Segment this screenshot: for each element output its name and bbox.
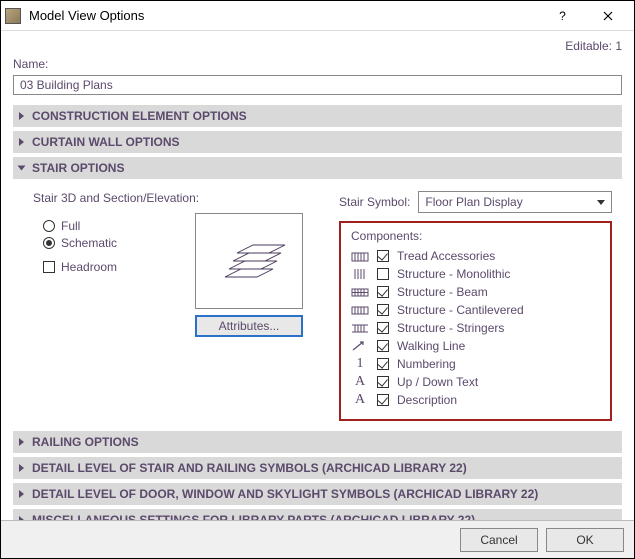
checkbox-icon[interactable] <box>377 250 389 262</box>
cant-icon <box>351 303 369 317</box>
name-label: Name: <box>13 57 622 71</box>
checkbox-icon[interactable] <box>377 376 389 388</box>
checkbox-icon[interactable] <box>377 340 389 352</box>
titlebar: Model View Options ? <box>1 1 634 31</box>
dialog-footer: Cancel OK <box>1 520 634 558</box>
component-row-1: Structure - Monolithic <box>351 267 600 281</box>
help-button[interactable]: ? <box>540 1 585 30</box>
radio-schematic-label: Schematic <box>61 236 117 250</box>
stair-3d-label: Stair 3D and Section/Elevation: <box>33 191 323 205</box>
component-row-2: Structure - Beam <box>351 285 600 299</box>
dialog-window: Model View Options ? Editable: 1 Name: C… <box>0 0 635 559</box>
components-label: Components: <box>351 229 600 243</box>
component-row-5: Walking Line <box>351 339 600 353</box>
component-row-8: A Description <box>351 393 600 407</box>
component-row-4: Structure - Stringers <box>351 321 600 335</box>
chevron-right-icon <box>19 438 24 446</box>
stair-schematic-icon <box>209 226 289 296</box>
stair-symbol-column: Stair Symbol: Floor Plan Display Compone… <box>339 191 612 421</box>
app-icon <box>5 8 21 24</box>
stair-preview <box>195 213 303 309</box>
attributes-button[interactable]: Attributes... <box>195 315 303 337</box>
editable-count: Editable: 1 <box>13 39 622 53</box>
checkbox-icon[interactable] <box>377 394 389 406</box>
section-curtain-label: CURTAIN WALL OPTIONS <box>32 135 180 149</box>
section-stair-label: STAIR OPTIONS <box>32 161 124 175</box>
component-label[interactable]: Structure - Beam <box>397 285 488 299</box>
chevron-right-icon <box>19 490 24 498</box>
cancel-button[interactable]: Cancel <box>460 528 538 552</box>
checkbox-headroom[interactable]: Headroom <box>43 260 117 274</box>
window-title: Model View Options <box>29 8 540 23</box>
section-detail-stair-label: DETAIL LEVEL OF STAIR AND RAILING SYMBOL… <box>32 461 467 475</box>
component-label[interactable]: Structure - Cantilevered <box>397 303 524 317</box>
ok-button[interactable]: OK <box>546 528 624 552</box>
chevron-right-icon <box>19 464 24 472</box>
component-row-6: 1 Numbering <box>351 357 600 371</box>
section-construction[interactable]: CONSTRUCTION ELEMENT OPTIONS <box>13 105 622 127</box>
num-icon: 1 <box>351 357 369 371</box>
radio-schematic[interactable]: Schematic <box>43 236 117 250</box>
section-misc-label: MISCELLANEOUS SETTINGS FOR LIBRARY PARTS… <box>32 513 475 520</box>
walk-icon <box>351 339 369 353</box>
component-label[interactable]: Walking Line <box>397 339 465 353</box>
chevron-right-icon <box>19 112 24 120</box>
component-label[interactable]: Structure - Monolithic <box>397 267 510 281</box>
radio-icon <box>43 237 55 249</box>
tread-icon <box>351 249 369 263</box>
section-detail-door[interactable]: DETAIL LEVEL OF DOOR, WINDOW AND SKYLIGH… <box>13 483 622 505</box>
stair-symbol-select[interactable]: Floor Plan Display <box>418 191 612 213</box>
component-label[interactable]: Tread Accessories <box>397 249 495 263</box>
beam-icon <box>351 285 369 299</box>
checkbox-icon[interactable] <box>377 286 389 298</box>
component-row-3: Structure - Cantilevered <box>351 303 600 317</box>
section-curtain[interactable]: CURTAIN WALL OPTIONS <box>13 131 622 153</box>
component-label[interactable]: Numbering <box>397 357 456 371</box>
components-box: Components: Tread Accessories Structure -… <box>339 221 612 421</box>
close-button[interactable] <box>585 1 630 30</box>
section-railing[interactable]: RAILING OPTIONS <box>13 431 622 453</box>
section-misc[interactable]: MISCELLANEOUS SETTINGS FOR LIBRARY PARTS… <box>13 509 622 520</box>
string-icon <box>351 321 369 335</box>
name-input[interactable] <box>13 75 622 95</box>
section-stair[interactable]: STAIR OPTIONS <box>13 157 622 179</box>
radio-full-label: Full <box>61 219 80 233</box>
component-row-0: Tread Accessories <box>351 249 600 263</box>
headroom-label: Headroom <box>61 260 117 274</box>
section-detail-stair[interactable]: DETAIL LEVEL OF STAIR AND RAILING SYMBOL… <box>13 457 622 479</box>
checkbox-icon[interactable] <box>377 358 389 370</box>
text-icon: A <box>351 393 369 407</box>
dialog-content: Editable: 1 Name: CONSTRUCTION ELEMENT O… <box>1 31 634 520</box>
checkbox-icon <box>43 261 55 273</box>
stair-symbol-value: Floor Plan Display <box>425 195 522 209</box>
radio-icon <box>43 220 55 232</box>
section-railing-label: RAILING OPTIONS <box>32 435 139 449</box>
stair-symbol-label: Stair Symbol: <box>339 195 410 209</box>
component-label[interactable]: Description <box>397 393 457 407</box>
text-icon: A <box>351 375 369 389</box>
preview-column: Attributes... <box>195 213 303 337</box>
checkbox-icon[interactable] <box>377 268 389 280</box>
checkbox-icon[interactable] <box>377 304 389 316</box>
component-label[interactable]: Up / Down Text <box>397 375 478 389</box>
chevron-right-icon <box>19 138 24 146</box>
component-row-7: A Up / Down Text <box>351 375 600 389</box>
stair-body: Stair 3D and Section/Elevation: Full Sch… <box>13 183 622 427</box>
section-detail-door-label: DETAIL LEVEL OF DOOR, WINDOW AND SKYLIGH… <box>32 487 538 501</box>
section-construction-label: CONSTRUCTION ELEMENT OPTIONS <box>32 109 247 123</box>
stair-3d-radios: Full Schematic <box>43 219 117 250</box>
chevron-down-icon <box>18 166 26 171</box>
components-list: Tread Accessories Structure - Monolithic S… <box>351 249 600 407</box>
checkbox-icon[interactable] <box>377 322 389 334</box>
stair-3d-column: Stair 3D and Section/Elevation: Full Sch… <box>33 191 323 421</box>
component-label[interactable]: Structure - Stringers <box>397 321 504 335</box>
radio-full[interactable]: Full <box>43 219 117 233</box>
accordion: CONSTRUCTION ELEMENT OPTIONS CURTAIN WAL… <box>13 105 622 520</box>
mono-icon <box>351 267 369 281</box>
